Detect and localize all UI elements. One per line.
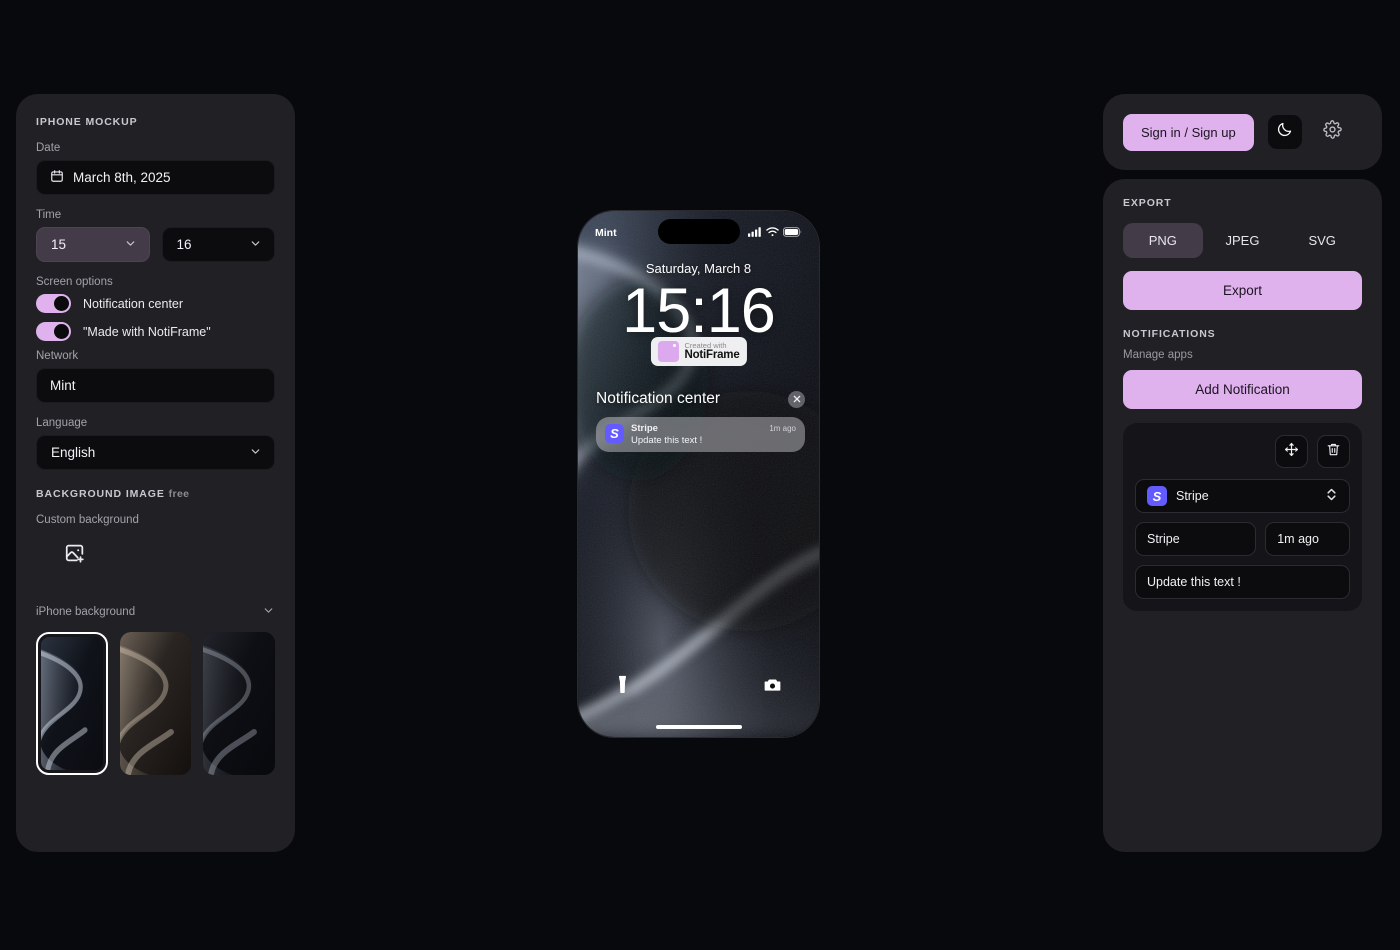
chevron-down-icon [249,445,262,461]
calendar-icon [50,169,64,186]
selected-app-name: Stripe [1176,489,1209,503]
time-selectors: 15 16 [36,227,275,262]
export-format-selector: PNG JPEG SVG [1123,223,1362,258]
date-value: March 8th, 2025 [73,170,171,185]
sign-in-sign-up-button[interactable]: Sign in / Sign up [1123,113,1254,151]
move-notification-button[interactable] [1275,435,1308,468]
chevron-down-icon [124,237,137,253]
manage-apps-label: Manage apps [1123,349,1193,361]
chevron-down-icon [249,237,262,253]
theme-toggle-button[interactable] [1267,115,1302,149]
sidebar-section-title: IPHONE MOCKUP [36,116,138,128]
notiframe-app: IPHONE MOCKUP Date March 8th, 2025 Time … [0,0,1400,950]
wifi-icon [766,226,779,240]
toggle-label: "Made with NotiFrame" [83,324,211,339]
mockup-settings-sidebar: IPHONE MOCKUP Date March 8th, 2025 Time … [16,94,295,852]
date-label: Date [36,142,61,154]
camera-icon[interactable] [764,678,781,697]
badge-line-2: NotiFrame [684,349,740,362]
carrier-label: Mint [595,227,617,239]
notification-text-input[interactable]: Update this text ! [1135,565,1350,599]
stripe-icon: S [1147,486,1167,506]
stripe-icon: S [605,424,624,443]
background-thumbnail-desert-titanium[interactable] [119,632,192,775]
iphone-background-label: iPhone background [36,606,136,618]
notification-time: 1m ago [769,424,796,433]
settings-button[interactable] [1316,115,1350,149]
notifications-section-title: NOTIFICATIONS [1123,328,1216,340]
screen-options-label: Screen options [36,276,113,288]
toggle-made-with-notiframe[interactable]: "Made with NotiFrame" [36,322,275,341]
notification-center-title: Notification center [596,390,721,407]
add-notification-button[interactable]: Add Notification [1123,370,1362,409]
notiframe-logo-icon [657,341,679,362]
notification-time-value: 1m ago [1277,532,1319,546]
notification-text-value: Update this text ! [1147,575,1241,589]
background-title-text: BACKGROUND IMAGE [36,488,165,500]
toggle-switch[interactable] [36,294,71,313]
toggle-notification-center[interactable]: Notification center [36,294,275,313]
notification-app-name: Stripe [631,423,658,434]
export-button[interactable]: Export [1123,271,1362,310]
status-icons [748,226,802,240]
network-label: Network [36,350,79,362]
notification-time-input[interactable]: 1m ago [1265,522,1350,556]
iphone-mockup-preview: Mint Saturday, March 8 15:16 Created wit… [578,211,819,737]
battery-full-icon [783,226,802,240]
made-with-notiframe-badge: Created with NotiFrame [650,337,747,366]
lockscreen-date: Saturday, March 8 [645,261,752,276]
background-section-title: BACKGROUND IMAGE free [36,488,275,500]
notification-editor-card: S Stripe Stripe 1m ago Update this text … [1123,423,1362,611]
close-icon[interactable] [788,390,805,408]
export-section-title: EXPORT [1123,197,1172,209]
cellular-bars-icon [748,226,762,240]
format-option-jpeg[interactable]: JPEG [1203,223,1283,258]
network-value: Mint [50,378,76,393]
notification-center-header: Notification center [596,390,805,408]
background-thumbnail-black-titanium[interactable] [203,632,276,775]
language-select[interactable]: English [36,435,275,470]
background-thumbnail-list [36,632,276,775]
format-option-svg[interactable]: SVG [1282,223,1362,258]
moon-icon [1276,121,1293,143]
hour-value: 15 [51,237,67,252]
language-value: English [51,445,96,460]
language-label: Language [36,417,88,429]
notification-title-input[interactable]: Stripe [1135,522,1257,556]
phone-notification-item[interactable]: S Stripe 1m ago Update this text ! [596,417,805,452]
notification-text-row: Update this text ! [1135,565,1350,599]
home-indicator [655,725,742,729]
background-thumbnail-natural-titanium[interactable] [36,632,108,775]
notification-text: Update this text ! [631,435,703,446]
notification-title-time-row: Stripe 1m ago [1135,522,1350,556]
time-label: Time [36,209,62,221]
dynamic-island [657,219,740,244]
account-panel: Sign in / Sign up [1103,94,1382,170]
custom-background-label: Custom background [36,514,139,526]
minute-value: 16 [176,237,192,252]
chevron-updown-icon [1325,487,1338,505]
format-option-png[interactable]: PNG [1123,223,1203,258]
notification-title-value: Stripe [1147,532,1180,546]
background-free-badge: free [168,488,190,500]
image-plus-icon[interactable] [58,536,92,570]
toggle-switch[interactable] [36,322,71,341]
trash-icon [1326,442,1341,462]
toggle-label: Notification center [83,296,184,311]
hour-select[interactable]: 15 [36,227,150,262]
flashlight-icon[interactable] [616,675,629,699]
minute-select[interactable]: 16 [161,227,275,262]
phone-screen: Mint Saturday, March 8 15:16 Created wit… [578,211,819,737]
notification-app-select[interactable]: S Stripe [1135,479,1350,513]
move-icon [1284,442,1299,462]
export-notifications-panel: EXPORT PNG JPEG SVG Export NOTIFICATIONS… [1103,179,1382,852]
date-input[interactable]: March 8th, 2025 [36,160,275,195]
chevron-down-icon [262,604,275,620]
network-input[interactable]: Mint [36,368,275,403]
iphone-background-collapse[interactable]: iPhone background [36,604,275,620]
delete-notification-button[interactable] [1317,435,1350,468]
badge-line-1: Created with [684,340,727,350]
notification-editor-tools [1135,435,1350,468]
gear-icon [1323,120,1342,144]
